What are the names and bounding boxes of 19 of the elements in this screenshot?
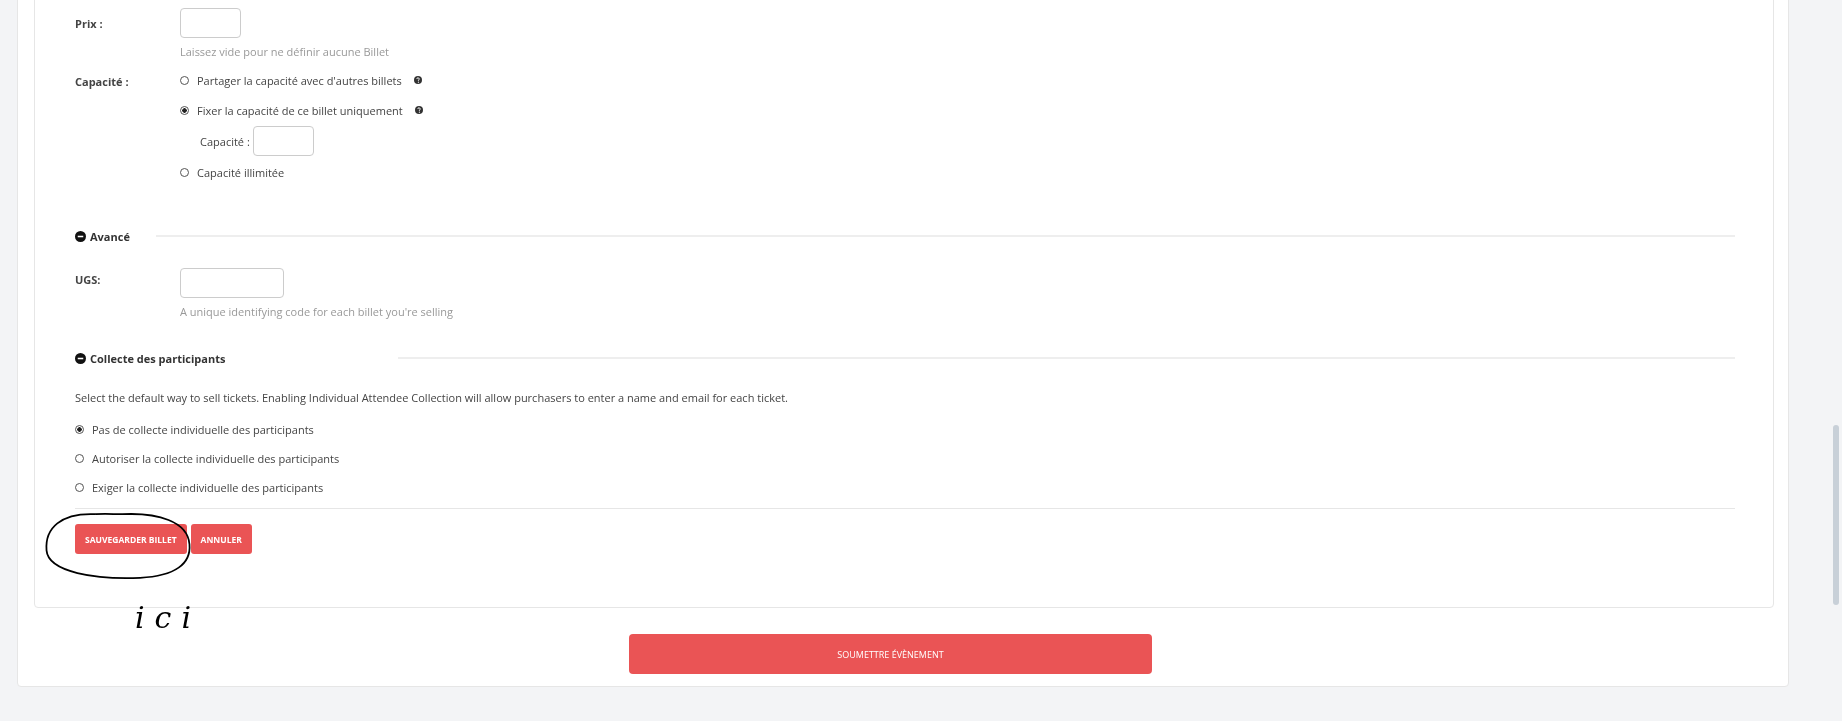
- section-title: Avancé: [90, 228, 130, 244]
- section-title: Collecte des participants: [90, 350, 226, 366]
- field-hint: Laissez vide pour ne définir aucune Billet: [180, 44, 390, 59]
- handwritten-note: ici: [135, 600, 201, 635]
- option-label[interactable]: Partager la capacité avec d'autres billets: [197, 72, 402, 88]
- option-label[interactable]: Autoriser la collecte individuelle des participants: [92, 450, 340, 466]
- field-hint: A unique identifying code for each billet you're selling: [180, 304, 454, 319]
- option-label[interactable]: Exiger la collecte individuelle des participants: [92, 479, 324, 495]
- cancel-button[interactable]: ANNULER: [190, 524, 252, 554]
- field-label: Capacité :: [200, 133, 250, 149]
- save-button[interactable]: SAUVEGARDER BILLET: [75, 524, 187, 554]
- section-description: Select the default way to sell tickets. Enabling Individual Attendee Collection will allow purchasers to enter a name and email for each ticket.: [75, 390, 789, 405]
- option-label[interactable]: Pas de collecte individuelle des participants: [92, 421, 314, 437]
- option-label[interactable]: Capacité illimitée: [197, 164, 285, 180]
- field-label: Prix :: [75, 15, 104, 33]
- field-label: UGS:: [75, 271, 102, 289]
- field-label: Capacité :: [75, 73, 130, 91]
- submit-button[interactable]: SOUMETTRE ÉVÈNEMENT: [629, 634, 1152, 674]
- option-label[interactable]: Fixer la capacité de ce billet uniquement: [197, 102, 403, 118]
